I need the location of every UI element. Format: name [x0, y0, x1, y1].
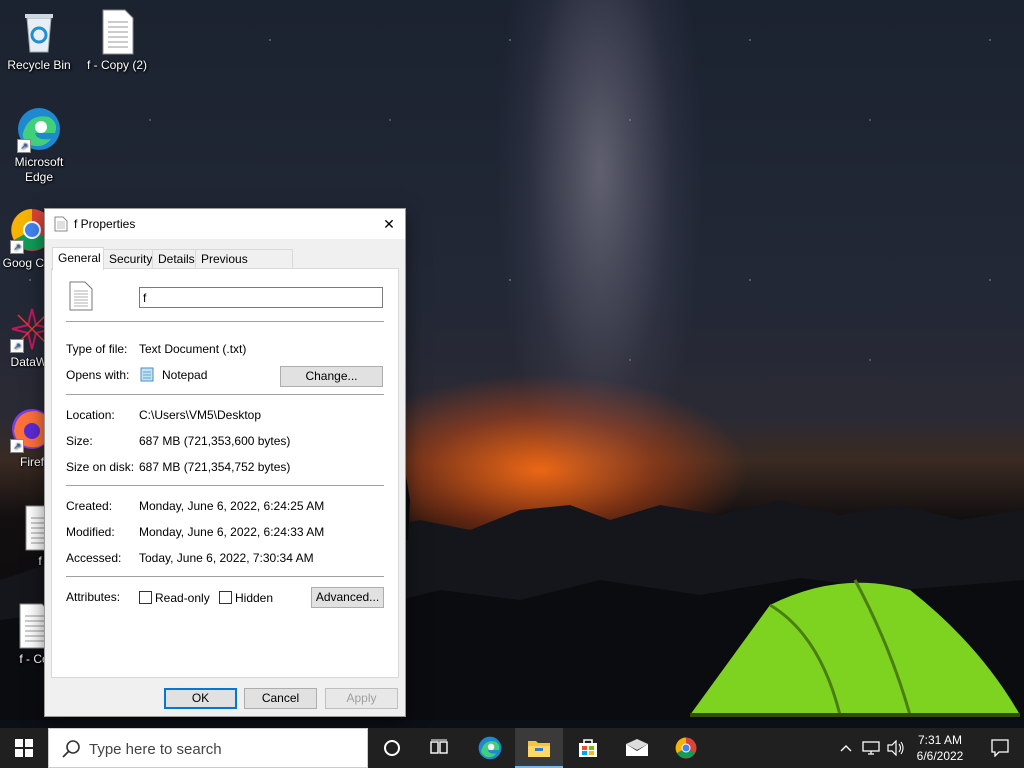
divider [66, 576, 384, 577]
divider [66, 321, 384, 322]
created-label: Created: [66, 499, 113, 513]
mail-icon [626, 739, 648, 756]
general-tab-panel: Type of file: Text Document (.txt) Opens… [51, 268, 399, 678]
search-placeholder: Type here to search [89, 741, 222, 758]
type-of-file-label: Type of file: [66, 342, 128, 356]
accessed-value: Today, June 6, 2022, 7:30:34 AM [139, 551, 314, 565]
file-explorer-icon [528, 741, 550, 757]
desktop-icon-label: Microsoft Edge [14, 155, 64, 184]
taskbar-mail[interactable] [613, 728, 661, 768]
cortana-icon [384, 740, 400, 756]
edge-icon: ↗ [15, 105, 63, 153]
size-value: 687 MB (721,353,600 bytes) [139, 434, 291, 448]
desktop-icon-label: f - Copy (2) [86, 58, 147, 72]
opens-with-label: Opens with: [66, 368, 130, 382]
size-label: Size: [66, 434, 93, 448]
notifications-icon [991, 739, 1009, 757]
desktop-icon-recycle-bin[interactable]: Recycle Bin [1, 8, 77, 73]
volume-icon [887, 740, 904, 756]
file-name-input[interactable] [139, 287, 383, 308]
divider [66, 485, 384, 486]
tab-previous-versions[interactable]: Previous Versions [195, 249, 293, 284]
start-button[interactable] [0, 728, 48, 768]
text-file-icon [93, 8, 141, 56]
tent-illustration [690, 579, 1020, 717]
read-only-checkbox[interactable] [139, 591, 152, 604]
taskbar-store[interactable] [564, 728, 612, 768]
shortcut-arrow-icon: ↗ [10, 339, 24, 353]
task-view-icon [430, 739, 448, 754]
tab-details[interactable]: Details [152, 249, 197, 268]
attributes-label: Attributes: [66, 590, 121, 604]
location-label: Location: [66, 408, 115, 422]
show-hidden-icons-button[interactable] [834, 728, 858, 768]
store-icon [579, 739, 597, 757]
created-value: Monday, June 6, 2022, 6:24:25 AM [139, 499, 325, 513]
tab-general[interactable]: General [52, 247, 104, 270]
ok-button[interactable]: OK [164, 688, 237, 709]
advanced-button[interactable]: Advanced... [311, 587, 384, 608]
task-view-button[interactable] [416, 728, 464, 768]
dialog-title: f Properties [74, 217, 136, 231]
action-center-button[interactable] [976, 728, 1024, 768]
type-of-file-value: Text Document (.txt) [139, 342, 247, 356]
cortana-button[interactable] [368, 728, 416, 768]
chevron-up-icon [840, 745, 852, 752]
modified-label: Modified: [66, 525, 115, 539]
file-type-icon [68, 281, 94, 314]
hidden-checkbox[interactable] [219, 591, 232, 604]
recycle-bin-icon [15, 8, 63, 56]
chrome-icon [675, 737, 697, 759]
clock[interactable]: 7:31 AM 6/6/2022 [910, 732, 970, 764]
hidden-label: Hidden [235, 591, 274, 605]
volume-button[interactable] [884, 728, 908, 768]
cancel-button[interactable]: Cancel [244, 688, 317, 709]
divider [66, 394, 384, 395]
shortcut-arrow-icon: ↗ [10, 240, 24, 254]
taskbar-edge[interactable] [466, 728, 514, 768]
taskbar: Type here to search 7:31 AM 6/6/2022 [0, 728, 1024, 768]
desktop-icon-microsoft-edge[interactable]: ↗ Microsoft Edge [1, 105, 77, 185]
clock-date: 6/6/2022 [916, 749, 964, 763]
dialog-titlebar[interactable]: f Properties ✕ [45, 209, 405, 239]
notepad-icon [139, 366, 155, 385]
properties-dialog: f Properties ✕ General Security Details … [44, 208, 406, 717]
taskbar-search-box[interactable]: Type here to search [48, 728, 368, 768]
shortcut-arrow-icon: ↗ [10, 439, 24, 453]
read-only-label: Read-only [155, 591, 210, 605]
desktop-icon-f-copy-2[interactable]: f - Copy (2) [79, 8, 155, 73]
size-on-disk-value: 687 MB (721,354,752 bytes) [139, 460, 291, 474]
network-button[interactable] [858, 728, 884, 768]
taskbar-file-explorer[interactable] [515, 728, 563, 768]
opens-with-value: Notepad [162, 368, 208, 382]
search-icon [61, 739, 81, 764]
size-on-disk-label: Size on disk: [66, 460, 135, 474]
windows-logo-icon [15, 739, 33, 757]
text-file-icon [54, 216, 68, 235]
shortcut-arrow-icon: ↗ [17, 139, 31, 153]
tab-security[interactable]: Security [103, 249, 155, 268]
modified-value: Monday, June 6, 2022, 6:24:33 AM [139, 525, 325, 539]
desktop-icon-label: Recycle Bin [7, 58, 71, 72]
change-button[interactable]: Change... [280, 366, 383, 387]
edge-icon [478, 736, 502, 760]
location-value: C:\Users\VM5\Desktop [139, 408, 262, 422]
apply-button[interactable]: Apply [325, 688, 398, 709]
close-icon[interactable]: ✕ [373, 209, 405, 239]
network-icon [862, 741, 880, 755]
taskbar-chrome[interactable] [662, 728, 710, 768]
clock-time: 7:31 AM [917, 733, 963, 747]
accessed-label: Accessed: [66, 551, 122, 565]
